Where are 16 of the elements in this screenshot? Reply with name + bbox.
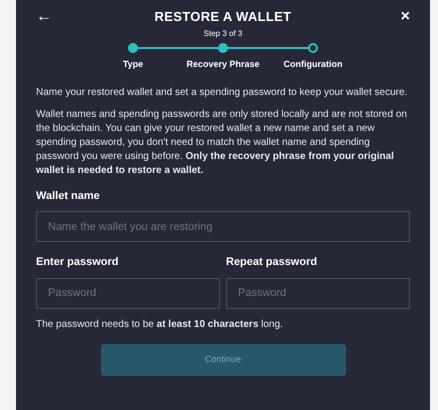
field-label: Wallet name <box>36 188 101 204</box>
input-field[interactable]: Name the wallet you are restoring <box>36 211 410 242</box>
step-label: Configuration <box>284 58 342 71</box>
back-button[interactable]: ← <box>36 8 60 26</box>
field-label: Repeat password <box>226 255 318 270</box>
step-counter: Step 3 of 3 <box>204 28 242 40</box>
intro-text: Name your restored wallet and set a spending password to keep your wallet secure. <box>36 86 408 100</box>
password-hint: The password needs to be at least 10 characters long. <box>36 318 284 332</box>
step-label: Recovery Phrase <box>186 58 260 71</box>
close-button[interactable]: × <box>386 8 410 26</box>
info-text: Wallet names and spending passwords are only stored locally and are not stored on the blockchain. You can give your restored wallet a new name and set a new spending password, you don't need to match the wallet name and spending password you were using before. Only the recovery phrase from your original wallet is needed to restore a wallet. <box>36 108 408 178</box>
step-label: Type <box>122 58 144 71</box>
input-field[interactable]: Password <box>226 278 410 308</box>
field-label: Enter password <box>36 255 120 270</box>
input-field[interactable]: Password <box>36 278 220 308</box>
dialog-title: RESTORE A WALLET <box>154 8 292 26</box>
